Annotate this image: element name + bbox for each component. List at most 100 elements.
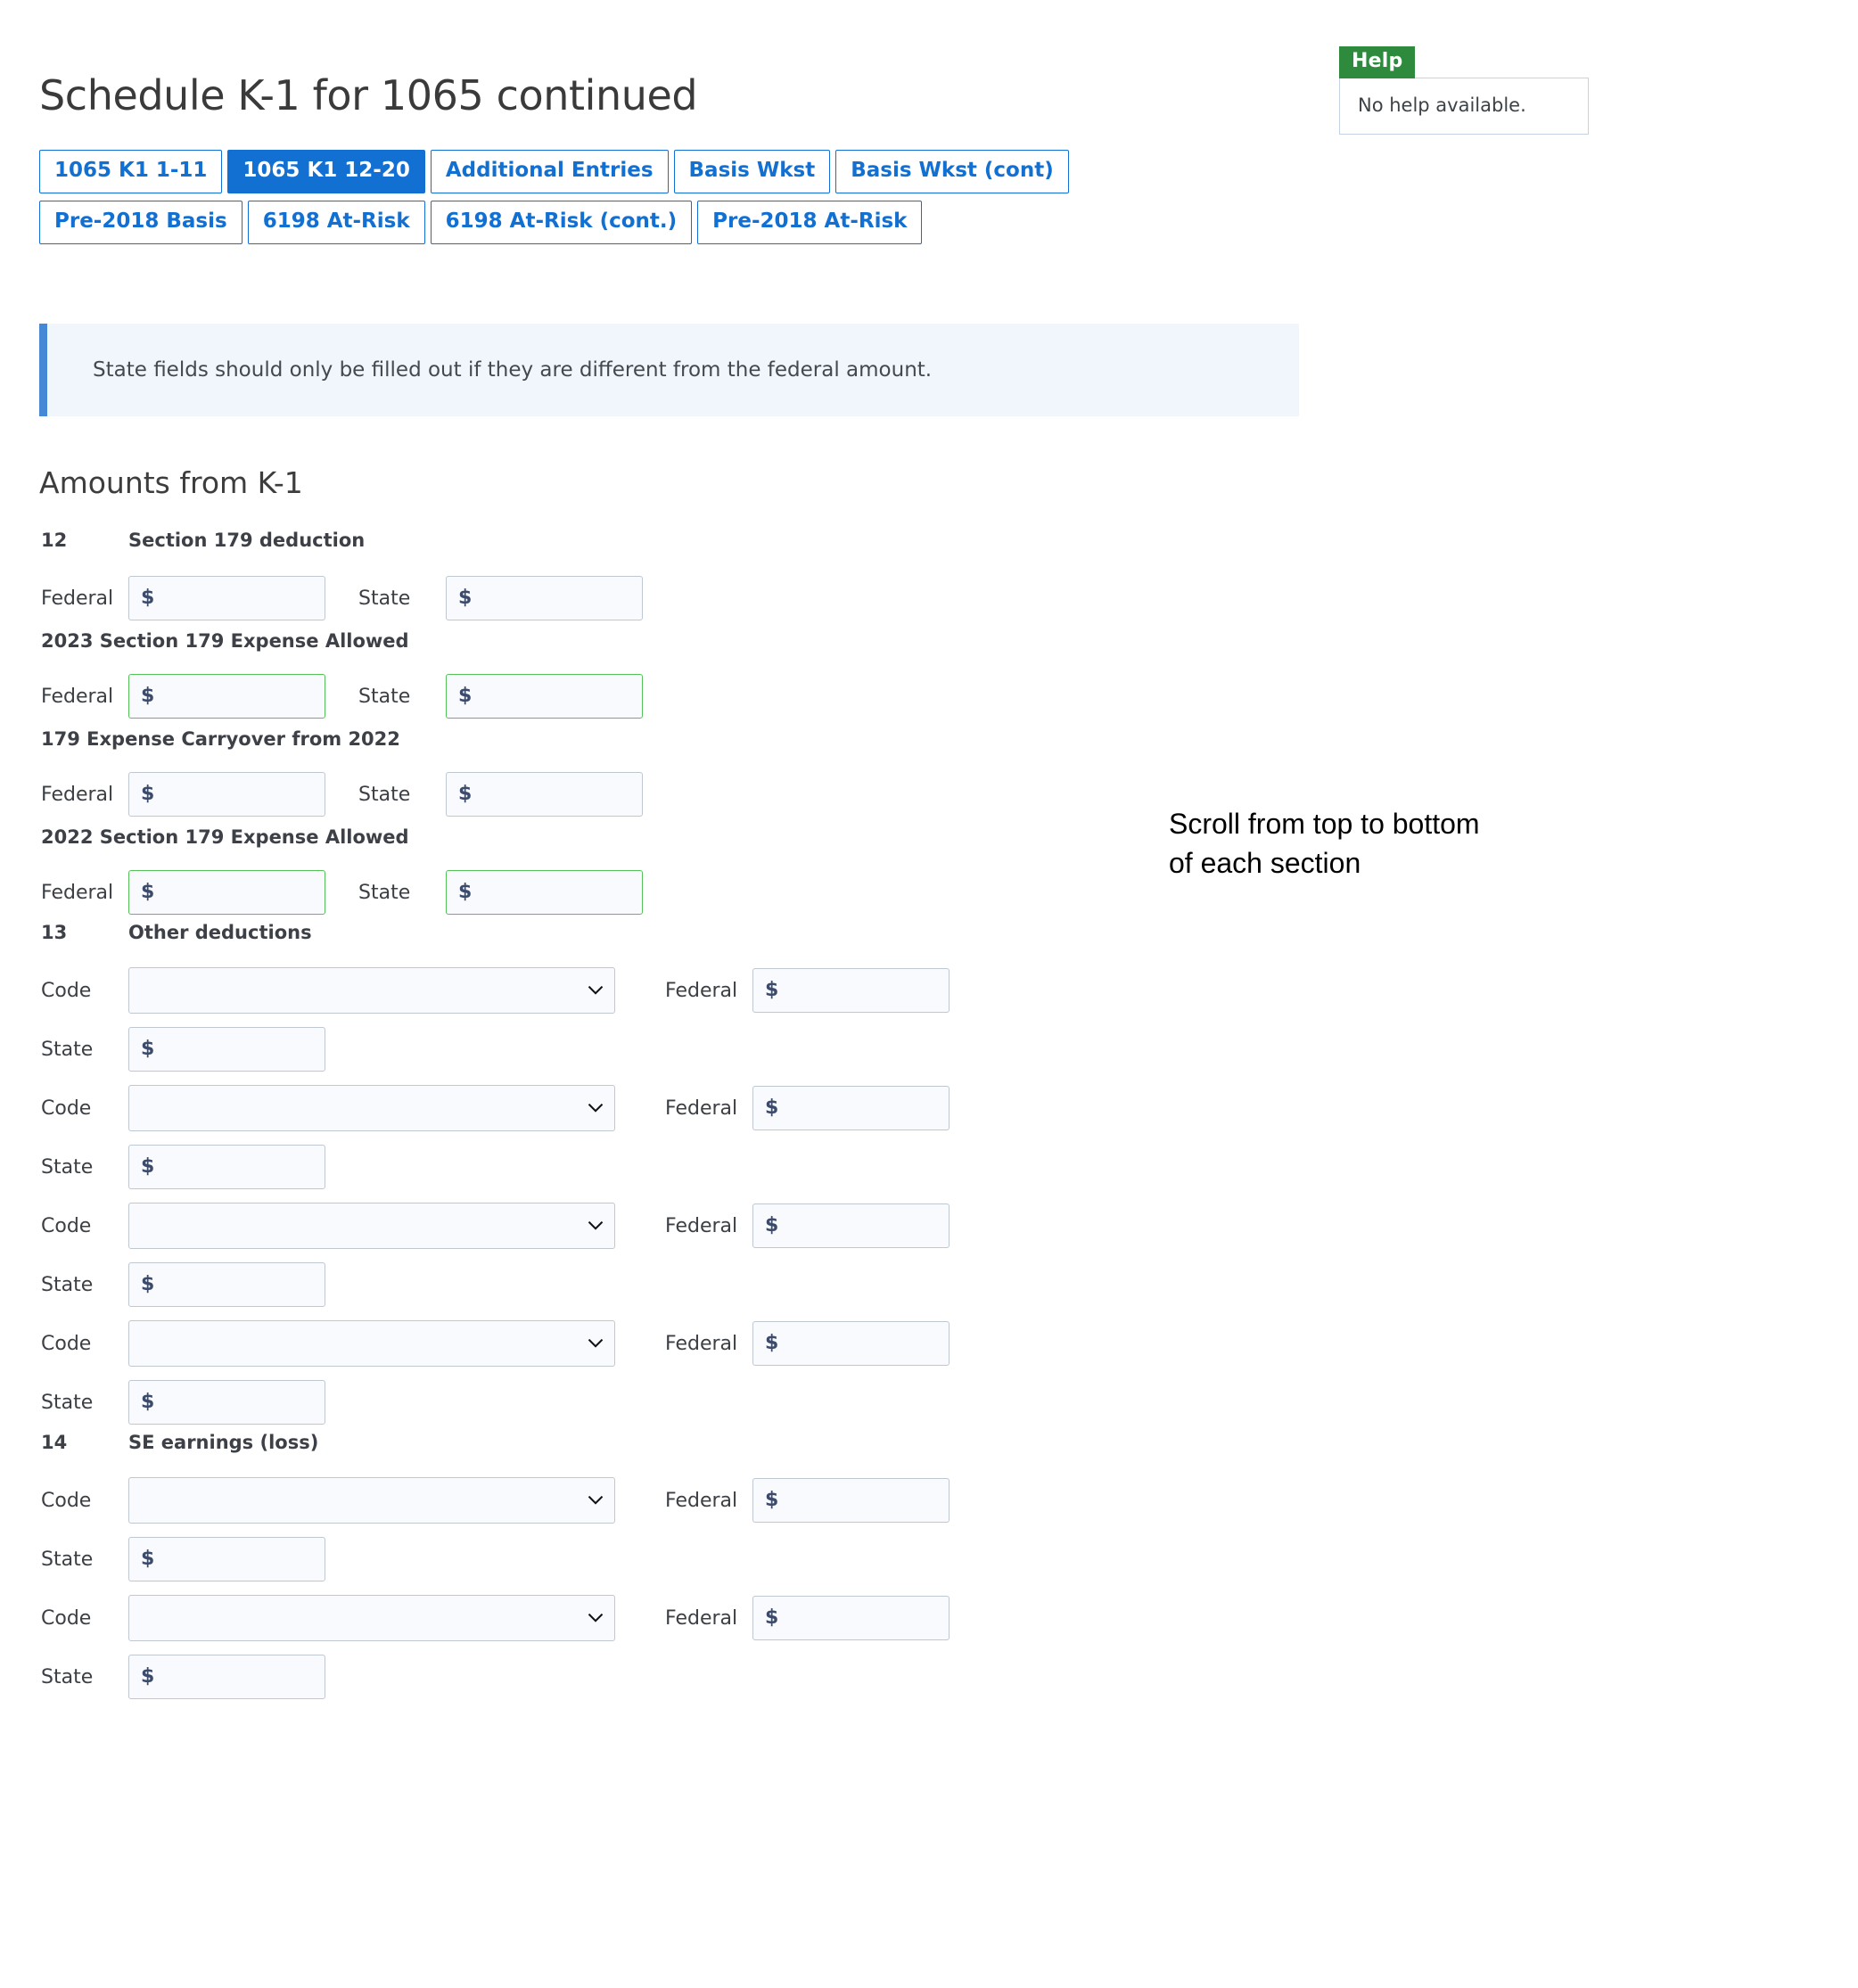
federal-label: Federal xyxy=(665,979,738,1002)
code-dropdown[interactable] xyxy=(128,1477,615,1524)
dollar-sign-icon: $ xyxy=(141,1038,155,1060)
state-amount-field-input[interactable] xyxy=(472,773,642,816)
dollar-sign-icon: $ xyxy=(765,1332,779,1354)
code-federal-row: Code Federal $ xyxy=(0,1471,1248,1530)
federal-amount-field[interactable]: $ xyxy=(752,1321,950,1366)
state-label: State xyxy=(358,587,411,610)
state-amount-field[interactable]: $ xyxy=(128,1262,325,1307)
dollar-sign-icon: $ xyxy=(458,783,473,805)
federal-label: Federal xyxy=(41,685,114,708)
federal-amount-field[interactable]: $ xyxy=(128,674,325,719)
federal-amount-field[interactable]: $ xyxy=(128,576,325,620)
federal-amount-field[interactable]: $ xyxy=(752,968,950,1013)
federal-amount-field-input[interactable] xyxy=(154,773,325,816)
code-label: Code xyxy=(41,1097,92,1120)
dollar-sign-icon: $ xyxy=(141,1391,155,1413)
state-amount-field-input[interactable] xyxy=(472,675,642,718)
dollar-sign-icon: $ xyxy=(141,685,155,707)
code-dropdown-select[interactable] xyxy=(128,1595,615,1641)
federal-state-row: Federal $ State $ xyxy=(0,765,1248,824)
dollar-sign-icon: $ xyxy=(458,587,473,609)
section-heading-row: 14 SE earnings (loss) xyxy=(0,1432,1248,1471)
state-amount-field[interactable]: $ xyxy=(446,772,643,817)
code-dropdown-select[interactable] xyxy=(128,967,615,1014)
state-amount-field[interactable]: $ xyxy=(128,1380,325,1425)
section-label: Section 179 deduction xyxy=(128,530,366,551)
state-amount-field[interactable]: $ xyxy=(446,576,643,620)
dollar-sign-icon: $ xyxy=(141,1273,155,1295)
federal-amount-field-input[interactable] xyxy=(778,1087,949,1130)
code-federal-row: Code Federal $ xyxy=(0,1589,1248,1647)
code-dropdown-select[interactable] xyxy=(128,1085,615,1131)
tab-pre-2018-basis[interactable]: Pre-2018 Basis xyxy=(39,201,243,244)
federal-amount-field-input[interactable] xyxy=(778,1322,949,1365)
federal-amount-field-input[interactable] xyxy=(154,577,325,620)
tab-1065-k1-1-11[interactable]: 1065 K1 1-11 xyxy=(39,150,223,193)
state-amount-field-input[interactable] xyxy=(472,871,642,914)
code-label: Code xyxy=(41,1214,92,1237)
state-amount-field-input[interactable] xyxy=(154,1146,325,1188)
code-dropdown[interactable] xyxy=(128,1085,615,1131)
state-row: State $ xyxy=(0,1020,1248,1079)
tab-basis-wkst[interactable]: Basis Wkst xyxy=(673,150,831,193)
federal-amount-field[interactable]: $ xyxy=(752,1478,950,1523)
code-federal-row: Code Federal $ xyxy=(0,1196,1248,1255)
state-amount-field[interactable]: $ xyxy=(128,1145,325,1189)
state-amount-field-input[interactable] xyxy=(154,1655,325,1698)
code-dropdown[interactable] xyxy=(128,1595,615,1641)
state-label: State xyxy=(358,783,411,806)
federal-amount-field-input[interactable] xyxy=(154,675,325,718)
federal-state-row: Federal $ State $ xyxy=(0,667,1248,726)
federal-amount-field-input[interactable] xyxy=(778,969,949,1012)
state-amount-field[interactable]: $ xyxy=(446,674,643,719)
state-row: State $ xyxy=(0,1138,1248,1196)
section-label: Other deductions xyxy=(128,922,312,943)
federal-state-row: Federal $ State $ xyxy=(0,863,1248,922)
federal-label: Federal xyxy=(41,587,114,610)
state-amount-field[interactable]: $ xyxy=(128,1537,325,1581)
code-label: Code xyxy=(41,1606,92,1630)
state-amount-field[interactable]: $ xyxy=(446,870,643,915)
page-section-heading: Amounts from K-1 xyxy=(39,465,303,500)
code-dropdown[interactable] xyxy=(128,967,615,1014)
state-amount-field[interactable]: $ xyxy=(128,1655,325,1699)
tab-pre-2018-at-risk[interactable]: Pre-2018 At-Risk xyxy=(697,201,923,244)
state-amount-field-input[interactable] xyxy=(154,1538,325,1581)
federal-state-row: Federal $ State $ xyxy=(0,569,1248,628)
code-dropdown-select[interactable] xyxy=(128,1477,615,1524)
tab-additional-entries[interactable]: Additional Entries xyxy=(430,150,669,193)
code-dropdown-select[interactable] xyxy=(128,1320,615,1367)
state-amount-field-input[interactable] xyxy=(154,1263,325,1306)
code-dropdown[interactable] xyxy=(128,1203,615,1249)
federal-amount-field[interactable]: $ xyxy=(752,1596,950,1640)
code-dropdown-select[interactable] xyxy=(128,1203,615,1249)
federal-amount-field[interactable]: $ xyxy=(752,1086,950,1130)
tab-6198-at-risk-cont[interactable]: 6198 At-Risk (cont.) xyxy=(430,201,693,244)
info-banner: State fields should only be filled out i… xyxy=(39,324,1299,416)
dollar-sign-icon: $ xyxy=(141,783,155,805)
help-body-text: No help available. xyxy=(1339,78,1589,135)
section-sublabel: 2022 Section 179 Expense Allowed xyxy=(41,826,409,848)
code-label: Code xyxy=(41,1332,92,1355)
tab-6198-at-risk[interactable]: 6198 At-Risk xyxy=(247,201,425,244)
dollar-sign-icon: $ xyxy=(141,881,155,903)
help-badge[interactable]: Help xyxy=(1339,46,1416,78)
state-amount-field-input[interactable] xyxy=(154,1028,325,1071)
code-label: Code xyxy=(41,1489,92,1512)
federal-amount-field-input[interactable] xyxy=(778,1479,949,1522)
code-dropdown[interactable] xyxy=(128,1320,615,1367)
federal-amount-field-input[interactable] xyxy=(154,871,325,914)
federal-amount-field-input[interactable] xyxy=(778,1597,949,1639)
section-number: 12 xyxy=(41,530,68,551)
state-amount-field[interactable]: $ xyxy=(128,1027,325,1072)
federal-amount-field[interactable]: $ xyxy=(752,1203,950,1248)
state-row: State $ xyxy=(0,1373,1248,1432)
tab-1065-k1-12-20[interactable]: 1065 K1 12-20 xyxy=(227,150,425,193)
state-amount-field-input[interactable] xyxy=(472,577,642,620)
federal-amount-field[interactable]: $ xyxy=(128,772,325,817)
tab-basis-wkst-cont[interactable]: Basis Wkst (cont) xyxy=(835,150,1069,193)
dollar-sign-icon: $ xyxy=(765,1606,779,1629)
federal-amount-field[interactable]: $ xyxy=(128,870,325,915)
state-amount-field-input[interactable] xyxy=(154,1381,325,1424)
federal-amount-field-input[interactable] xyxy=(778,1204,949,1247)
